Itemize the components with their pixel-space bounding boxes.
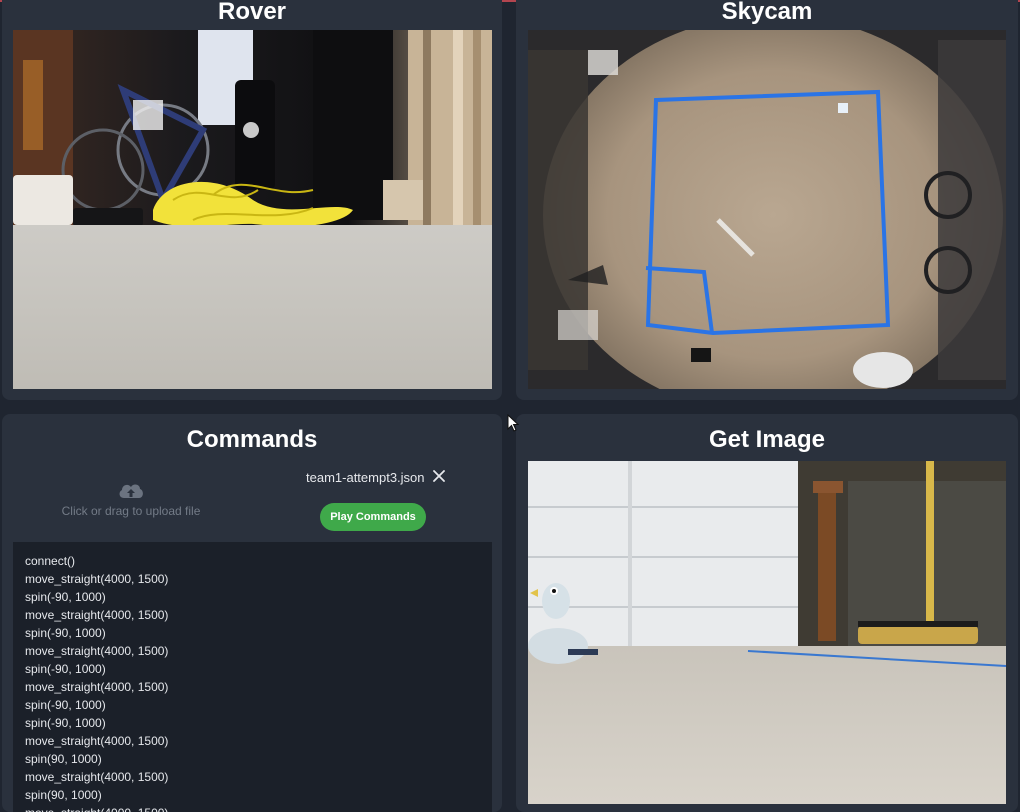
mouse-pointer-icon bbox=[507, 414, 519, 432]
command-line: spin(90, 1000) bbox=[25, 788, 102, 802]
file-upload-dropzone[interactable]: Click or drag to upload file bbox=[42, 480, 220, 520]
command-line: spin(-90, 1000) bbox=[25, 716, 106, 730]
command-line: spin(-90, 1000) bbox=[25, 626, 106, 640]
command-line: move_straight(4000, 1500) bbox=[25, 608, 169, 622]
play-commands-button[interactable]: Play Commands bbox=[320, 503, 426, 531]
close-icon[interactable] bbox=[432, 470, 445, 485]
skycam-panel: Skycam bbox=[516, 0, 1018, 400]
command-line: move_straight(4000, 1500) bbox=[25, 572, 169, 586]
command-line: move_straight(4000, 1500) bbox=[25, 644, 169, 658]
captured-image bbox=[528, 461, 1006, 804]
command-line: spin(-90, 1000) bbox=[25, 662, 106, 676]
upload-hint: Click or drag to upload file bbox=[61, 504, 201, 518]
file-name: team1-attempt3.json bbox=[306, 470, 425, 485]
command-line: move_straight(4000, 1500) bbox=[25, 734, 169, 748]
command-line: connect() bbox=[25, 554, 76, 568]
skycam-camera-image bbox=[528, 30, 1006, 389]
rover-panel: Rover bbox=[2, 0, 502, 400]
skycam-camera-feed bbox=[528, 30, 1006, 389]
rover-title: Rover bbox=[217, 0, 287, 25]
selected-file: team1-attempt3.json bbox=[306, 470, 445, 485]
command-list[interactable]: connect() move_straight(4000, 1500) spin(-… bbox=[13, 542, 492, 812]
command-line: spin(-90, 1000) bbox=[25, 590, 106, 604]
rover-camera-feed bbox=[13, 30, 492, 389]
captured-image-content bbox=[528, 461, 1006, 804]
command-line: spin(-90, 1000) bbox=[25, 698, 106, 712]
rover-camera-image bbox=[13, 30, 492, 389]
skycam-title: Skycam bbox=[721, 0, 813, 25]
commands-panel: Commands Click or drag to upload file te… bbox=[2, 414, 502, 812]
command-line: move_straight(4000, 1500) bbox=[25, 770, 169, 784]
command-line: spin(90, 1000) bbox=[25, 752, 102, 766]
command-line: move_straight(4000, 1500) bbox=[25, 680, 169, 694]
command-line: move_straight(4000, 1500) bbox=[25, 804, 480, 812]
get-image-panel: Get Image bbox=[516, 414, 1018, 812]
cloud-upload-icon bbox=[119, 484, 143, 498]
commands-title: Commands bbox=[186, 426, 318, 453]
get-image-title: Get Image bbox=[708, 426, 826, 453]
